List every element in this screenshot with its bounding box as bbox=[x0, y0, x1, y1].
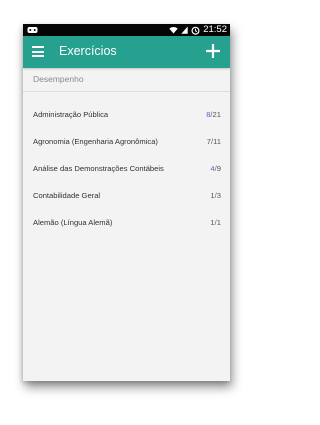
total-count: 11 bbox=[213, 137, 221, 146]
phone-screen: 21:52 Exercícios Desempenho Administraçã… bbox=[23, 24, 230, 381]
item-count: 1/3 bbox=[210, 191, 221, 200]
item-label: Contabilidade Geral bbox=[33, 191, 101, 200]
total-count: 9 bbox=[216, 164, 221, 173]
item-label: Análise das Demonstrações Contábeis bbox=[33, 164, 164, 173]
list-item[interactable]: Alemão (Língua Alemã) 1/1 bbox=[23, 210, 230, 237]
status-time: 21:52 bbox=[203, 24, 227, 35]
list-item[interactable]: Contabilidade Geral 1/3 bbox=[23, 183, 230, 210]
alarm-icon bbox=[191, 26, 200, 35]
wifi-icon bbox=[169, 27, 178, 34]
item-label: Administração Pública bbox=[33, 110, 109, 119]
total-count: 21 bbox=[212, 110, 221, 119]
item-count: 8/21 bbox=[206, 110, 221, 119]
status-bar: 21:52 bbox=[23, 24, 230, 36]
item-label: Alemão (Língua Alemã) bbox=[33, 218, 113, 227]
section-header: Desempenho bbox=[23, 68, 230, 92]
app-title: Exercícios bbox=[59, 44, 117, 58]
android-icon bbox=[27, 27, 38, 33]
total-count: 3 bbox=[216, 191, 221, 200]
item-count: 1/1 bbox=[210, 218, 221, 227]
app-bar: Exercícios bbox=[23, 36, 230, 68]
subject-list: Administração Pública 8/21 Agronomia (En… bbox=[23, 102, 230, 237]
hamburger-menu-icon[interactable] bbox=[32, 46, 44, 57]
item-label: Agronomia (Engenharia Agronômica) bbox=[33, 137, 158, 146]
signal-icon bbox=[181, 26, 188, 34]
total-count: 1 bbox=[216, 218, 221, 227]
item-count: 4/9 bbox=[210, 164, 221, 173]
item-count: 7/11 bbox=[206, 137, 221, 146]
add-icon[interactable] bbox=[203, 41, 223, 61]
list-item[interactable]: Análise das Demonstrações Contábeis 4/9 bbox=[23, 156, 230, 183]
list-item[interactable]: Administração Pública 8/21 bbox=[23, 102, 230, 129]
list-item[interactable]: Agronomia (Engenharia Agronômica) 7/11 bbox=[23, 129, 230, 156]
